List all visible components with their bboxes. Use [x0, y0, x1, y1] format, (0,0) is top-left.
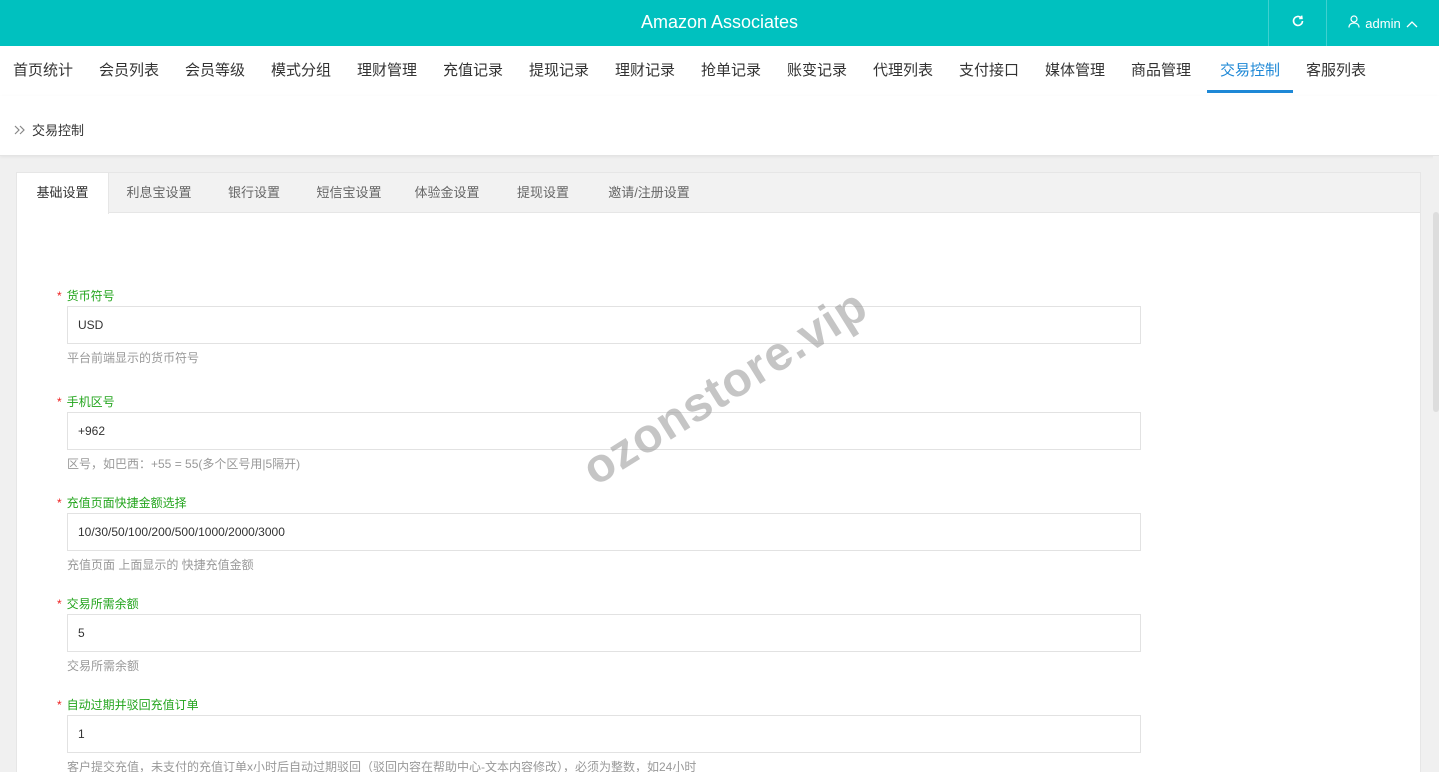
nav-item-order-grab-records[interactable]: 抢单记录	[688, 46, 774, 93]
refresh-icon	[1291, 14, 1305, 33]
required-mark: *	[57, 496, 62, 510]
scrollbar-thumb[interactable]	[1433, 212, 1439, 412]
nav-item-finance-records[interactable]: 理财记录	[602, 46, 688, 93]
field-label: * 手机区号	[57, 393, 115, 410]
field-label: * 货币符号	[57, 287, 115, 304]
nav-item-media[interactable]: 媒体管理	[1032, 46, 1118, 93]
chevron-up-icon	[1406, 16, 1418, 31]
phone-area-code-input[interactable]	[67, 412, 1141, 450]
main-nav: 首页统计 会员列表 会员等级 模式分组 理财管理 充值记录 提现记录 理财记录 …	[0, 46, 1439, 96]
top-header: Amazon Associates admin	[0, 0, 1439, 46]
field-label-text: 手机区号	[66, 395, 115, 409]
tab-interest-settings[interactable]: 利息宝设置	[117, 173, 201, 213]
auto-expire-hours-input[interactable]	[67, 715, 1141, 753]
nav-item-mode-groups[interactable]: 模式分组	[258, 46, 344, 93]
user-menu[interactable]: admin	[1326, 0, 1439, 46]
nav-item-payment-api[interactable]: 支付接口	[946, 46, 1032, 93]
nav-item-finance[interactable]: 理财管理	[344, 46, 430, 93]
tab-basic-settings[interactable]: 基础设置	[17, 173, 109, 214]
field-label: * 交易所需余额	[57, 595, 139, 612]
field-hint: 客户提交充值，未支付的充值订单x小时后自动过期驳回（驳回内容在帮助中心-文本内容…	[67, 760, 697, 772]
scrollbar[interactable]	[1433, 156, 1439, 772]
tab-bank-settings[interactable]: 银行设置	[217, 173, 291, 213]
tab-invite-register-settings[interactable]: 邀请/注册设置	[593, 173, 705, 213]
field-label-text: 自动过期并驳回充值订单	[66, 698, 199, 712]
app-title: Amazon Associates	[640, 12, 799, 32]
required-mark: *	[57, 597, 62, 611]
field-hint: 充值页面 上面显示的 快捷充值金额	[67, 558, 254, 572]
nav-item-member-levels[interactable]: 会员等级	[172, 46, 258, 93]
double-chevron-right-icon	[14, 122, 26, 140]
settings-tabs: 基础设置 利息宝设置 银行设置 短信宝设置 体验金设置 提现设置 邀请/注册设置	[17, 173, 1420, 214]
field-label-text: 货币符号	[66, 289, 115, 303]
required-mark: *	[57, 395, 62, 409]
field-hint: 交易所需余额	[67, 659, 140, 673]
field-label: * 充值页面快捷金额选择	[57, 494, 187, 511]
nav-item-support[interactable]: 客服列表	[1293, 46, 1379, 93]
nav-item-members[interactable]: 会员列表	[86, 46, 172, 93]
field-label-text: 交易所需余额	[66, 597, 139, 611]
field-hint: 平台前端显示的货币符号	[67, 351, 200, 365]
nav-item-account-change-records[interactable]: 账变记录	[774, 46, 860, 93]
breadcrumb-current: 交易控制	[32, 123, 85, 138]
field-label: * 自动过期并驳回充值订单	[57, 696, 199, 713]
required-balance-input[interactable]	[67, 614, 1141, 652]
user-icon	[1348, 15, 1360, 31]
refresh-button[interactable]	[1268, 0, 1326, 46]
field-hint: 区号，如巴西：+55 = 55(多个区号用|5隔开)	[67, 457, 301, 471]
nav-item-agents[interactable]: 代理列表	[860, 46, 946, 93]
nav-item-recharge-records[interactable]: 充值记录	[430, 46, 516, 93]
required-mark: *	[57, 289, 62, 303]
nav-item-trade-control[interactable]: 交易控制	[1207, 46, 1293, 93]
quick-recharge-amounts-input[interactable]	[67, 513, 1141, 551]
user-name: admin	[1365, 15, 1401, 31]
tab-withdraw-settings[interactable]: 提现设置	[507, 173, 579, 213]
required-mark: *	[57, 698, 62, 712]
breadcrumb: 交易控制	[0, 96, 1439, 156]
currency-symbol-input[interactable]	[67, 306, 1141, 344]
nav-item-products[interactable]: 商品管理	[1118, 46, 1204, 93]
tab-sms-settings[interactable]: 短信宝设置	[307, 173, 391, 213]
nav-item-withdraw-records[interactable]: 提现记录	[516, 46, 602, 93]
field-label-text: 充值页面快捷金额选择	[66, 496, 187, 510]
tab-trial-fund-settings[interactable]: 体验金设置	[405, 173, 489, 213]
settings-panel: 基础设置 利息宝设置 银行设置 短信宝设置 体验金设置 提现设置 邀请/注册设置…	[16, 172, 1421, 772]
nav-item-home-stats[interactable]: 首页统计	[0, 46, 86, 93]
